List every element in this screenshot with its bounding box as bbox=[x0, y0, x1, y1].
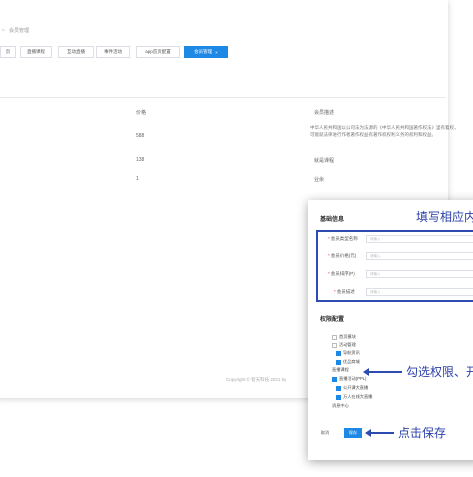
member-sort-input[interactable]: 请输入 bbox=[366, 270, 473, 278]
field-label: *会员描述 bbox=[334, 289, 355, 294]
tab-label: 直播课程 bbox=[27, 49, 45, 54]
member-edit-dialog: 基础信息 填写相应内 *会员类型名称 请输入 *会员价格(元) 请输入 *会员排… bbox=[308, 200, 473, 460]
close-icon[interactable]: × bbox=[215, 50, 218, 55]
permission-label: 公开课大直播 bbox=[343, 385, 369, 390]
checkbox-checked[interactable] bbox=[332, 376, 337, 382]
permission-item[interactable]: 消息中心 bbox=[332, 403, 349, 409]
table-cell-price: 588 bbox=[136, 133, 145, 139]
tab-interactive-live[interactable]: 互动直播 bbox=[58, 46, 94, 58]
field-label: *会员价格(元) bbox=[328, 253, 357, 258]
basic-info-title: 基础信息 bbox=[320, 217, 345, 223]
cancel-button[interactable]: 取消 bbox=[318, 428, 332, 438]
checkbox-checked[interactable] bbox=[336, 394, 341, 400]
tab-bar: 页 直播课程 互动直播 事件活动 app首页配置 会员管理 × bbox=[0, 46, 296, 58]
divider bbox=[0, 97, 446, 98]
permission-item[interactable]: 直播课程 bbox=[332, 367, 349, 373]
tab-label: 会员管理 bbox=[194, 49, 213, 54]
table-cell-price: 1 bbox=[136, 176, 139, 182]
table-cell-price: 138 bbox=[136, 157, 145, 163]
placeholder: 请输入 bbox=[370, 254, 381, 258]
copyright-text: Copyright © 智天科技 2021 by bbox=[226, 377, 287, 382]
column-header-price: 价格 bbox=[136, 110, 147, 116]
permission-label: 万人在线大直播 bbox=[343, 394, 373, 399]
member-price-input[interactable]: 请输入 bbox=[366, 252, 473, 260]
field-label-text: 会员类型名称 bbox=[330, 236, 358, 241]
permission-label: 导航资讯 bbox=[343, 350, 360, 355]
permission-label: 直播活动(PPL) bbox=[339, 376, 367, 381]
placeholder: 请输入 bbox=[370, 237, 381, 241]
table-cell-desc: 就是课程 bbox=[314, 158, 335, 164]
tab-home[interactable]: 页 bbox=[0, 46, 16, 58]
checkbox[interactable] bbox=[332, 342, 337, 348]
table-cell-desc: 中华人民共和国以公司法为法源的《中华人民共和国著作权法》里有着权，可能就法律进行… bbox=[310, 125, 459, 137]
field-label-text: 会员描述 bbox=[336, 289, 355, 294]
tab-label: 互动直播 bbox=[67, 49, 85, 54]
tab-live-courses[interactable]: 直播课程 bbox=[20, 46, 52, 58]
tab-label: 事件活动 bbox=[104, 49, 122, 54]
permission-label: 首页模块 bbox=[339, 334, 356, 339]
field-label-text: 会员价格(元) bbox=[330, 253, 357, 258]
permission-label: 活动管理 bbox=[339, 342, 356, 347]
checkbox[interactable] bbox=[332, 334, 337, 340]
column-header-desc: 会员描述 bbox=[314, 110, 335, 116]
checkbox-checked[interactable] bbox=[336, 350, 341, 356]
checkbox-checked[interactable] bbox=[336, 359, 341, 365]
arrow-icon bbox=[365, 429, 394, 437]
fill-in-annotation: 填写相应内 bbox=[416, 210, 473, 224]
permission-config-title: 权限配置 bbox=[320, 317, 345, 323]
permission-item[interactable]: 万人在线大直播 bbox=[336, 394, 372, 400]
field-label: *会员排序(P) bbox=[328, 271, 355, 276]
member-desc-input[interactable]: 请输入 bbox=[366, 288, 473, 296]
breadcrumb-text: 会员管理 bbox=[9, 28, 30, 34]
tab-events[interactable]: 事件活动 bbox=[96, 46, 130, 58]
arrow-icon bbox=[363, 368, 402, 376]
permission-label: 消息中心 bbox=[332, 403, 349, 408]
permission-label: 直播课程 bbox=[332, 367, 349, 372]
permission-label: 优品商城 bbox=[343, 359, 360, 364]
checkbox-checked[interactable] bbox=[336, 385, 341, 391]
click-save-annotation: 点击保存 bbox=[398, 426, 447, 440]
field-label: *会员类型名称 bbox=[328, 236, 358, 241]
permission-item[interactable]: 首页模块 bbox=[332, 334, 356, 340]
tab-label: app首页配置 bbox=[145, 49, 171, 54]
field-label-text: 会员排序(P) bbox=[330, 271, 355, 276]
table-cell-desc: 业余 bbox=[314, 177, 325, 183]
tab-app-home-config[interactable]: app首页配置 bbox=[136, 46, 180, 58]
permission-item[interactable]: 导航资讯 bbox=[336, 350, 360, 356]
permission-item[interactable]: 优品商城 bbox=[336, 359, 360, 365]
tab-member-management[interactable]: 会员管理 × bbox=[184, 46, 228, 58]
permission-item[interactable]: 公开课大直播 bbox=[336, 385, 368, 391]
member-type-name-input[interactable]: 请输入 bbox=[366, 235, 473, 243]
placeholder: 请输入 bbox=[370, 272, 381, 276]
home-icon[interactable]: ⌂ bbox=[2, 27, 5, 33]
placeholder: 请输入 bbox=[370, 290, 381, 294]
select-permission-annotation: 勾选权限、开 bbox=[406, 365, 473, 379]
permission-item[interactable]: 直播活动(PPL) bbox=[332, 376, 366, 382]
tab-label: 页 bbox=[5, 49, 11, 54]
save-button[interactable]: 保存 bbox=[344, 428, 362, 438]
permission-item[interactable]: 活动管理 bbox=[332, 342, 356, 348]
